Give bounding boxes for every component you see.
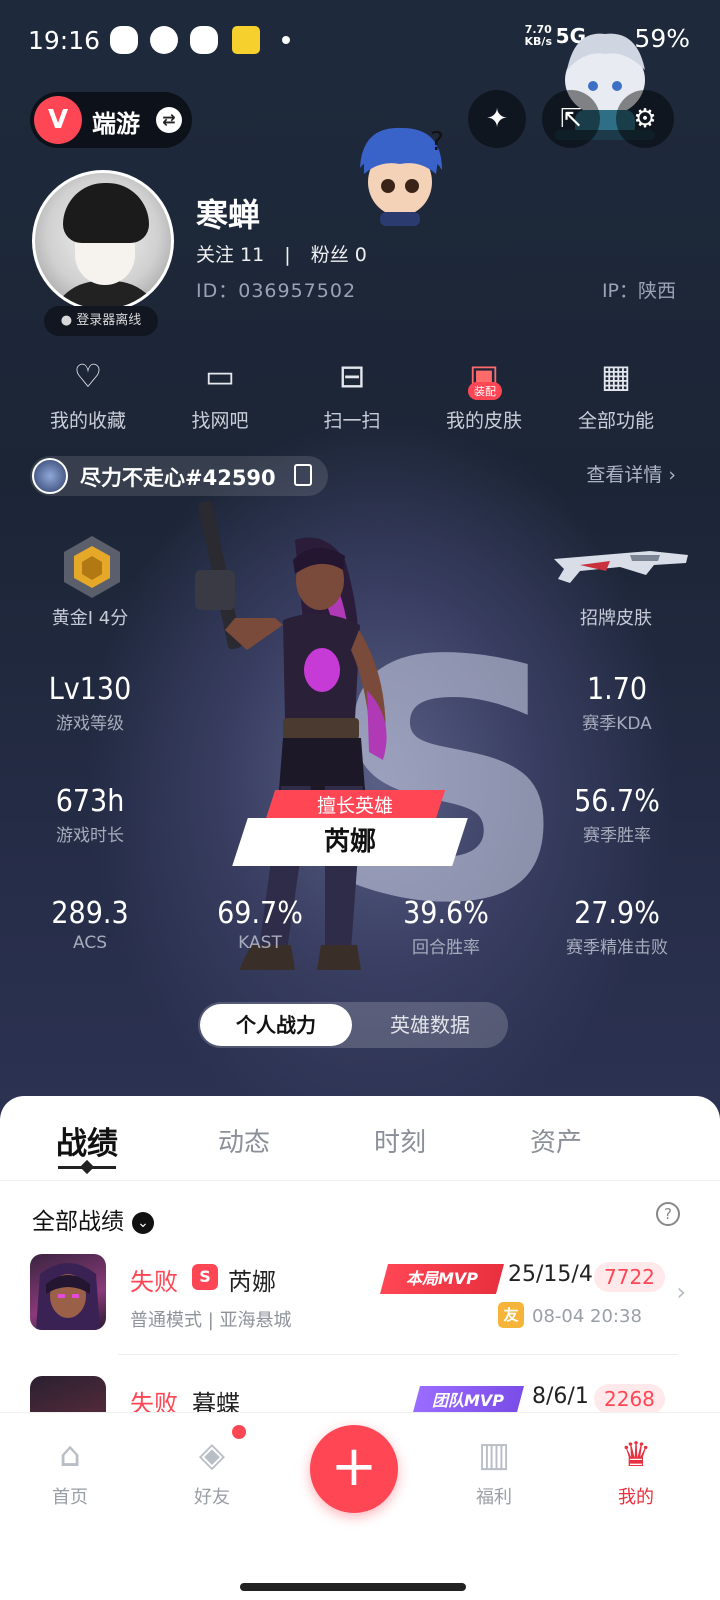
heart-icon: ♡: [73, 357, 103, 395]
kast-stat: 69.7% KAST: [217, 896, 303, 953]
nav-profile[interactable]: ♛ 我的: [596, 1433, 676, 1509]
match-kda: 8/6/1: [532, 1384, 589, 1409]
login-status-badge: ● 登录器离线: [44, 306, 158, 336]
swap-icon: ⇄: [156, 107, 182, 133]
tab-feed[interactable]: 动态: [218, 1122, 270, 1159]
settings-button[interactable]: ⚙: [616, 90, 674, 148]
scan-icon: ⊟: [338, 357, 366, 395]
match-row[interactable]: 失败 暮蝶 团队MVP 8/6/1 2268: [0, 1376, 720, 1412]
game-id-text: 尽力不走心#42590: [80, 466, 276, 490]
notification-icon: [150, 26, 178, 54]
mvp-badge: 本局MVP: [379, 1264, 505, 1294]
quick-all-functions[interactable]: ▦ 全部功能: [556, 352, 676, 433]
plus-icon: +: [330, 1434, 378, 1499]
match-score: 7722: [594, 1262, 665, 1292]
signature-skin-stat[interactable]: 招牌皮肤: [556, 602, 676, 630]
match-score: 2268: [594, 1384, 665, 1412]
match-hero-name: 芮娜: [228, 1268, 276, 1296]
round-winrate-stat: 39.6% 回合胜率: [403, 896, 489, 958]
friend-badge: 友: [498, 1302, 524, 1328]
home-icon: ⌂: [59, 1435, 81, 1475]
user-id: ID：036957502: [196, 280, 357, 302]
nickname: 寒蝉: [196, 196, 261, 234]
hero-avatar: [30, 1376, 106, 1412]
winrate-stat: 56.7% 赛季胜率: [574, 784, 660, 846]
quick-favorites[interactable]: ♡ 我的收藏: [28, 352, 148, 433]
match-result: 失败: [130, 1268, 178, 1296]
match-kda: 25/15/4: [508, 1262, 593, 1287]
app-screen: 19:16 7.70 KB/s 5G 59% ? V 端游 ⇄ ✦ ⇱ ⚙ ● 登…: [0, 0, 720, 1600]
chevron-down-icon: ⌄: [132, 1212, 154, 1234]
more-dot-icon: [282, 36, 290, 44]
rank-gold-icon: [64, 536, 120, 598]
acs-stat: 289.3 ACS: [51, 896, 129, 953]
wechat-icon: [190, 26, 218, 54]
xianyu-icon: [232, 26, 260, 54]
game-avatar: [32, 458, 68, 494]
ranked-badge: S: [192, 1264, 218, 1290]
help-icon[interactable]: ?: [656, 1202, 680, 1226]
friends-icon: ◈: [198, 1435, 226, 1475]
grid-icon: ▦: [600, 357, 632, 395]
record-filter-dropdown[interactable]: 全部战绩 ⌄: [32, 1202, 154, 1236]
match-result: 失败: [130, 1390, 178, 1412]
tab-moments[interactable]: 时刻: [374, 1122, 426, 1159]
home-indicator[interactable]: [240, 1583, 466, 1591]
avatar[interactable]: [32, 170, 174, 312]
wechat-icon: [110, 26, 138, 54]
create-post-button[interactable]: +: [310, 1425, 398, 1513]
chevron-right-icon: ›: [676, 1278, 686, 1306]
share-button[interactable]: ⇱: [542, 90, 600, 148]
rank-stat[interactable]: 黄金I 4分: [30, 602, 150, 630]
tabs-divider: [0, 1180, 720, 1181]
mascot-hero-icon: ?: [360, 127, 444, 226]
mvp-badge: 团队MVP: [411, 1386, 525, 1412]
fans-count[interactable]: 粉丝 0: [311, 244, 367, 266]
ai-card-button[interactable]: ✦: [468, 90, 526, 148]
kda-stat: 1.70 赛季KDA: [582, 672, 652, 734]
gift-icon: ▥: [477, 1435, 511, 1475]
svg-text:?: ?: [430, 127, 444, 157]
game-switch-button[interactable]: V 端游 ⇄: [30, 92, 192, 148]
ip-location: IP：陕西: [601, 280, 676, 302]
profile-icon: ♛: [620, 1435, 652, 1475]
valorant-logo-icon: V: [34, 96, 82, 144]
share-icon: ⇱: [560, 104, 582, 134]
quick-scan[interactable]: ⊟ 扫一扫: [292, 352, 412, 433]
follow-stats: 关注 11 | 粉丝 0: [196, 244, 367, 266]
gear-icon: ⚙: [633, 104, 657, 134]
signature-skin-image: [554, 551, 688, 583]
status-time: 19:16: [28, 26, 101, 55]
match-mode-map: 普通模式 | 亚海悬城: [130, 1310, 292, 1331]
precise-kill-stat: 27.9% 赛季精准击败: [566, 896, 668, 958]
match-hero-name: 暮蝶: [192, 1390, 240, 1412]
bottom-nav: ⌂ 首页 ◈ 好友 + ▥ 福利 ♛ 我的: [0, 1412, 720, 1600]
nav-friends[interactable]: ◈ 好友: [172, 1433, 252, 1509]
nav-welfare[interactable]: ▥ 福利: [454, 1433, 534, 1509]
app-name: 端游: [92, 110, 140, 138]
copy-icon[interactable]: [294, 464, 312, 486]
tab-assets[interactable]: 资产: [530, 1122, 582, 1159]
unread-dot: [232, 1425, 246, 1439]
level-stat: Lv130 游戏等级: [48, 672, 132, 734]
personal-power-tab[interactable]: 个人战力: [200, 1004, 352, 1046]
playtime-stat: 673h 游戏时长: [55, 784, 125, 846]
match-date: 08-04 20:38: [532, 1306, 642, 1327]
sparkle-card-icon: ✦: [486, 104, 508, 134]
nav-home[interactable]: ⌂ 首页: [30, 1433, 110, 1509]
hero-avatar: [30, 1254, 106, 1330]
hero-data-tab[interactable]: 英雄数据: [354, 1004, 506, 1046]
stats-toggle: 个人战力 英雄数据: [198, 1002, 508, 1048]
best-hero-name[interactable]: 芮娜: [232, 818, 468, 866]
follow-count[interactable]: 关注 11: [196, 244, 264, 266]
monitor-icon: ▭: [204, 357, 236, 395]
view-detail-link[interactable]: 查看详情 ›: [586, 460, 676, 487]
equip-badge: 装配: [468, 382, 502, 400]
tab-records[interactable]: 战绩: [56, 1118, 118, 1163]
quick-find-netcafe[interactable]: ▭ 找网吧: [160, 352, 280, 433]
quick-my-skins[interactable]: ▣ 装配 我的皮肤: [424, 352, 544, 433]
row-divider: [118, 1354, 678, 1355]
